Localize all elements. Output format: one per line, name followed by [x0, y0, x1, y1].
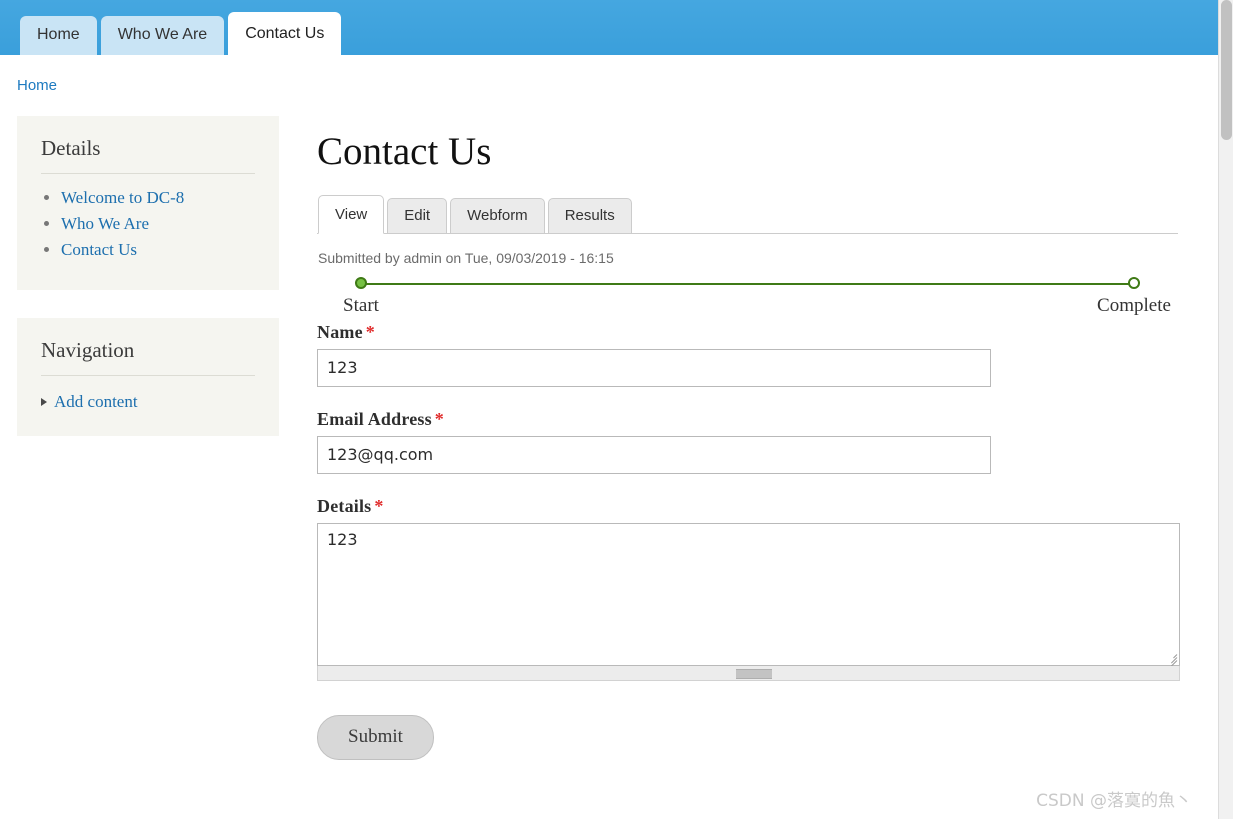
sidebar-block-navigation: Navigation Add content [17, 318, 279, 436]
sidebar-link-who-we-are[interactable]: Who We Are [61, 214, 149, 233]
tab-view[interactable]: View [318, 194, 385, 234]
list-item: Add content [41, 392, 255, 412]
tab-results[interactable]: Results [547, 197, 632, 234]
required-marker: * [365, 321, 375, 342]
breadcrumb-link-home[interactable]: Home [17, 77, 57, 94]
required-marker: * [434, 408, 444, 429]
details-horizontal-scrollbar[interactable] [317, 665, 1180, 681]
sidebar: Details Welcome to DC-8 Who We Are Conta… [17, 116, 279, 464]
list-item: Who We Are [61, 214, 255, 234]
site-header: Home Who We Are Contact Us [0, 0, 1218, 55]
primary-nav: Home Who We Are Contact Us [20, 12, 345, 55]
label-text: Details [317, 495, 372, 516]
scrollbar-thumb[interactable] [736, 668, 772, 679]
scrollbar-thumb[interactable] [1221, 0, 1232, 140]
form-item-details: Details * 123 [317, 496, 1180, 681]
progress-step-label: Start [343, 294, 379, 316]
nav-tab-who-we-are[interactable]: Who We Are [100, 16, 225, 55]
sidebar-link-welcome-to-dc-8[interactable]: Welcome to DC-8 [61, 188, 184, 207]
label-text: Name [317, 321, 363, 342]
sidebar-block-details: Details Welcome to DC-8 Who We Are Conta… [17, 116, 279, 290]
nav-tab-contact-us[interactable]: Contact Us [228, 12, 342, 55]
page-viewport: Home Who We Are Contact Us Home Details … [0, 0, 1218, 819]
label-name: Name * [317, 322, 1178, 343]
sidebar-navigation-list: Add content [41, 392, 255, 412]
nav-tab-home[interactable]: Home [20, 16, 97, 55]
breadcrumb: Home [0, 55, 1218, 94]
sidebar-block-title-navigation: Navigation [41, 338, 255, 376]
sidebar-block-title-details: Details [41, 136, 255, 174]
details-textarea-wrapper: 123 [317, 522, 1180, 669]
form-item-email: Email Address * [317, 409, 1178, 474]
submit-button[interactable]: Submit [317, 714, 434, 760]
progress-dot-complete [1128, 276, 1140, 289]
progress-bar: Start Complete [317, 276, 1178, 322]
main-content: Contact Us View Edit Webform Results Sub… [317, 116, 1218, 760]
watermark: CSDN @落寞的魚丶 [1036, 791, 1192, 811]
progress-step-label: Complete [1097, 294, 1171, 316]
tab-webform[interactable]: Webform [450, 197, 545, 234]
page-title: Contact Us [317, 130, 492, 173]
tab-edit[interactable]: Edit [387, 197, 448, 234]
name-input[interactable] [317, 348, 991, 387]
submitted-info: Submitted by admin on Tue, 09/03/2019 - … [318, 249, 614, 266]
details-textarea[interactable]: 123 [317, 522, 1180, 666]
label-email-address: Email Address * [317, 409, 1178, 430]
progress-dot-start [355, 276, 367, 289]
list-item: Contact Us [61, 240, 255, 260]
progress-step-complete: Complete [1074, 276, 1194, 317]
sidebar-link-add-content[interactable]: Add content [54, 392, 138, 412]
label-text: Email Address [317, 408, 432, 429]
form-item-name: Name * [317, 322, 1178, 387]
list-item: Welcome to DC-8 [61, 188, 255, 208]
caret-right-icon [41, 398, 47, 406]
progress-step-start: Start [301, 276, 421, 317]
sidebar-link-contact-us[interactable]: Contact Us [61, 240, 137, 259]
progress-track [362, 282, 1133, 285]
sidebar-details-list: Welcome to DC-8 Who We Are Contact Us [41, 188, 255, 260]
page-scrollbar[interactable] [1218, 0, 1233, 819]
local-tabs: View Edit Webform Results [317, 194, 1178, 234]
resize-handle-icon[interactable] [1165, 650, 1178, 669]
page-layout: Details Welcome to DC-8 Who We Are Conta… [0, 94, 1218, 760]
email-input[interactable] [317, 435, 991, 474]
required-marker: * [374, 495, 384, 516]
label-details: Details * [317, 496, 1178, 517]
